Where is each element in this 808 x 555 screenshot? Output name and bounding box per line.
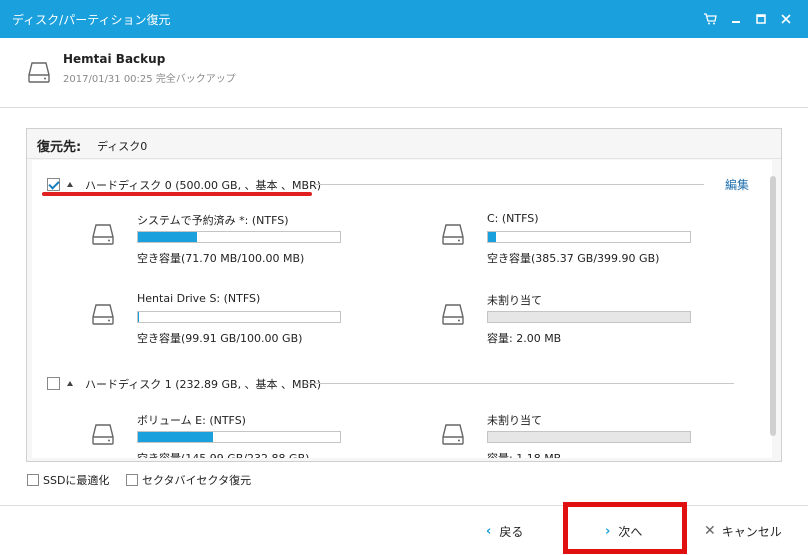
minimize-icon[interactable]	[726, 9, 746, 29]
window-title: ディスク/パーティション復元	[12, 13, 171, 27]
disk-1-collapse-icon[interactable]	[67, 381, 73, 386]
partition-hentai-drive-s[interactable]: Hentai Drive S: (NTFS) 空き容量(99.91 GB/100…	[92, 292, 432, 352]
partition-name: Hentai Drive S: (NTFS)	[137, 292, 261, 305]
partition-unallocated[interactable]: 未割り当て 容量: 2.00 MB	[442, 292, 772, 352]
vertical-scrollbar[interactable]	[770, 176, 776, 436]
disk-1-checkbox[interactable]	[47, 377, 60, 390]
back-label: 戻る	[499, 524, 524, 539]
hard-drive-icon	[92, 422, 114, 449]
hard-drive-icon	[92, 222, 114, 249]
back-button[interactable]: ‹ 戻る	[486, 506, 523, 555]
usage-bar	[487, 431, 691, 443]
partition-name: ボリューム E: (NTFS)	[137, 414, 246, 427]
partition-capacity: 空き容量(71.70 MB/100.00 MB)	[137, 252, 305, 265]
disk-0-collapse-icon[interactable]	[67, 182, 73, 187]
partition-name: C: (NTFS)	[487, 212, 539, 225]
cancel-button[interactable]: ✕ キャンセル	[704, 506, 782, 555]
partition-capacity: 空き容量(99.91 GB/100.00 GB)	[137, 332, 303, 345]
sector-by-sector-label: セクタバイセクタ復元	[142, 474, 252, 487]
sector-by-sector-checkbox[interactable]	[126, 474, 138, 486]
partition-name: 未割り当て	[487, 414, 542, 427]
usage-fill	[138, 232, 197, 242]
partition-capacity: 空き容量(145.99 GB/232.88 GB)	[137, 450, 309, 458]
hard-drive-icon	[28, 60, 50, 87]
destination-label: 復元先:	[37, 140, 82, 155]
divider	[304, 383, 734, 384]
partition-capacity: 容量: 1.18 MB	[487, 450, 561, 458]
disk-0-title: ハードディスク 0 (500.00 GB, 、基本 、MBR)	[85, 179, 322, 192]
partition-c[interactable]: C: (NTFS) 空き容量(385.37 GB/399.90 GB)	[442, 212, 772, 272]
divider	[314, 184, 704, 185]
red-annotation-underline	[42, 192, 312, 196]
hard-drive-icon	[442, 302, 464, 329]
destination-header: 復元先: ディスク0	[27, 129, 781, 159]
red-annotation-box	[563, 502, 687, 554]
cancel-label: キャンセル	[721, 524, 782, 539]
usage-fill	[488, 232, 497, 242]
hard-drive-icon	[442, 222, 464, 249]
chevron-left-icon: ‹	[486, 523, 492, 539]
disk-1-title: ハードディスク 1 (232.89 GB, 、基本 、MBR)	[85, 378, 322, 391]
ssd-optimize-label: SSDに最適化	[43, 474, 110, 487]
usage-bar	[137, 231, 341, 243]
backup-header: Hemtai Backup 2017/01/31 00:25 完全バックアップ	[0, 38, 808, 108]
usage-bar	[487, 231, 691, 243]
cart-icon[interactable]	[700, 9, 720, 29]
close-icon[interactable]	[776, 9, 796, 29]
ssd-optimize-checkbox[interactable]	[27, 474, 39, 486]
partition-capacity: 空き容量(385.37 GB/399.90 GB)	[487, 252, 660, 265]
sector-by-sector-option[interactable]: セクタバイセクタ復元	[126, 472, 251, 488]
usage-bar	[487, 311, 691, 323]
usage-fill	[138, 432, 213, 442]
partition-name: 未割り当て	[487, 294, 542, 307]
close-icon: ✕	[704, 523, 716, 539]
title-bar: ディスク/パーティション復元	[0, 0, 808, 38]
partition-name: システムで予約済み *: (NTFS)	[137, 214, 289, 227]
edit-button[interactable]: 編集	[725, 176, 749, 193]
ssd-optimize-option[interactable]: SSDに最適化	[27, 472, 109, 488]
disk-0-checkbox[interactable]	[47, 178, 60, 191]
backup-name: Hemtai Backup	[63, 52, 166, 66]
maximize-icon[interactable]	[751, 9, 771, 29]
partition-volume-e[interactable]: ボリューム E: (NTFS) 空き容量(145.99 GB/232.88 GB…	[92, 412, 432, 458]
destination-panel: 復元先: ディスク0 ハードディスク 0 (500.00 GB, 、基本 、MB…	[26, 128, 782, 462]
disk-list: ハードディスク 0 (500.00 GB, 、基本 、MBR) 編集 システムで…	[32, 160, 772, 458]
usage-bar	[137, 311, 341, 323]
usage-bar	[137, 431, 341, 443]
destination-value: ディスク0	[97, 140, 148, 153]
hard-drive-icon	[92, 302, 114, 329]
hard-drive-icon	[442, 422, 464, 449]
backup-meta: 2017/01/31 00:25 完全バックアップ	[63, 74, 236, 85]
partition-system-reserved[interactable]: システムで予約済み *: (NTFS) 空き容量(71.70 MB/100.00…	[92, 212, 432, 272]
partition-unallocated-2[interactable]: 未割り当て 容量: 1.18 MB	[442, 412, 772, 458]
partition-capacity: 容量: 2.00 MB	[487, 332, 562, 345]
